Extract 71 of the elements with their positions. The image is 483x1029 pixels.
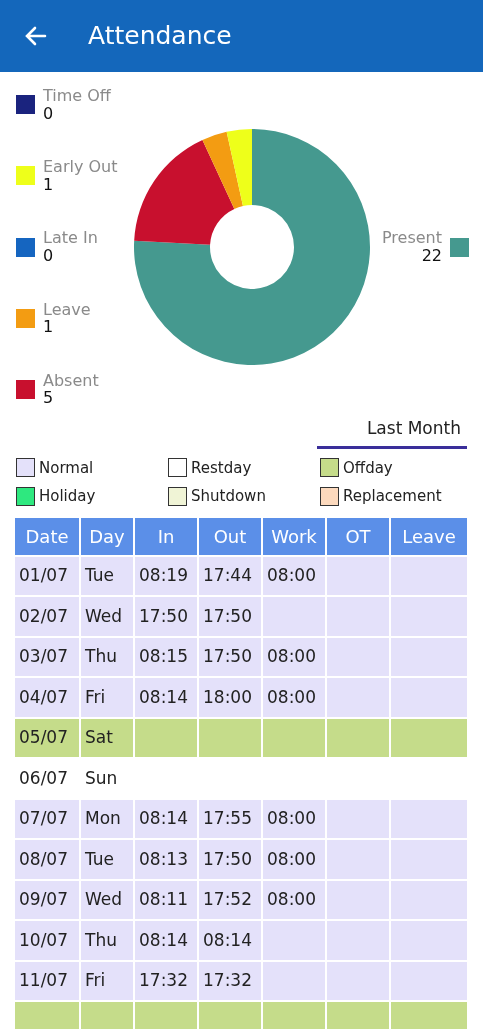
table-cell: 08:00 bbox=[263, 637, 325, 676]
table-cell: 08:13 bbox=[135, 840, 197, 879]
table-cell: 09/07 bbox=[15, 880, 79, 919]
table-cell: 18:00 bbox=[199, 678, 261, 717]
table-cell: 03/07 bbox=[15, 637, 79, 676]
table-cell: 01/07 bbox=[15, 556, 79, 595]
legend-label: Late In bbox=[43, 229, 98, 247]
table-cell: 17:50 bbox=[135, 597, 197, 636]
table-cell: 17:32 bbox=[199, 961, 261, 1000]
column-header: OT bbox=[327, 517, 389, 555]
legend-label: Normal bbox=[39, 457, 94, 479]
table-cell: Mon bbox=[81, 799, 133, 838]
table-cell: 08:00 bbox=[263, 840, 325, 879]
table-cell: 08:14 bbox=[135, 678, 197, 717]
table-cell: 10/07 bbox=[15, 921, 79, 960]
table-cell: Thu bbox=[81, 921, 133, 960]
table-cell: 05/07 bbox=[15, 718, 79, 757]
legend-value: 1 bbox=[43, 318, 55, 336]
table-cell: 08:00 bbox=[263, 880, 325, 919]
table-cell: 08:00 bbox=[263, 678, 325, 717]
table-cell: 17:32 bbox=[135, 961, 197, 1000]
table-cell: 07/07 bbox=[15, 799, 79, 838]
table-cell: 17:55 bbox=[199, 799, 261, 838]
legend-value: 22 bbox=[420, 247, 442, 265]
legend-label: Leave bbox=[43, 300, 91, 319]
legend-value: 5 bbox=[43, 389, 55, 407]
table-cell: 04/07 bbox=[15, 678, 79, 717]
screen-title: Attendance bbox=[88, 20, 232, 53]
legend-value: 0 bbox=[43, 104, 55, 123]
table-cell: Tue bbox=[81, 556, 133, 595]
column-header: Out bbox=[199, 517, 261, 555]
table-cell: 08:14 bbox=[135, 921, 197, 960]
table-cell: 08/07 bbox=[15, 840, 79, 879]
legend-label: Absent bbox=[43, 371, 99, 390]
table-cell: Thu bbox=[81, 637, 133, 676]
legend-label: Early Out bbox=[43, 158, 118, 176]
table-cell: Wed bbox=[81, 597, 133, 636]
legend-value: 0 bbox=[43, 247, 55, 265]
legend-label: Present bbox=[381, 229, 442, 247]
column-header: Date bbox=[15, 517, 79, 555]
table-cell: 08:00 bbox=[263, 799, 325, 838]
legend-label: Holiday bbox=[39, 486, 96, 507]
period-tab[interactable]: Last Month bbox=[316, 416, 467, 449]
table-cell: 08:14 bbox=[135, 799, 197, 838]
column-header: Leave bbox=[391, 517, 467, 555]
table-cell: 17:50 bbox=[199, 840, 261, 879]
legend-label: Shutdown bbox=[191, 486, 266, 507]
table-cell: Fri bbox=[81, 678, 133, 717]
legend-label: Time Off bbox=[43, 87, 111, 105]
table-cell: 17:52 bbox=[199, 880, 261, 919]
legend-label: Replacement bbox=[343, 486, 442, 507]
table-cell: 17:50 bbox=[199, 637, 261, 676]
table-cell: 11/07 bbox=[15, 961, 79, 1000]
legend-label: Offday bbox=[343, 457, 393, 479]
column-header: In bbox=[135, 517, 197, 555]
column-header: Work bbox=[263, 517, 325, 555]
table-cell: 08:11 bbox=[135, 880, 197, 919]
table-cell: 17:50 bbox=[199, 597, 261, 636]
table-cell: Sat bbox=[81, 718, 133, 757]
table-cell: Tue bbox=[81, 840, 133, 879]
column-header: Day bbox=[81, 517, 133, 555]
table-cell: 08:15 bbox=[135, 637, 197, 676]
legend-label: Restday bbox=[191, 457, 252, 479]
table-cell: 08:19 bbox=[135, 556, 197, 595]
table-cell: 02/07 bbox=[15, 597, 79, 636]
table-cell: 17:44 bbox=[199, 556, 261, 595]
table-cell: Wed bbox=[81, 880, 133, 919]
legend-value: 1 bbox=[43, 175, 54, 194]
table-cell: 08:14 bbox=[199, 921, 261, 960]
table-cell: Fri bbox=[81, 961, 133, 1000]
table-cell: 08:00 bbox=[263, 556, 325, 595]
